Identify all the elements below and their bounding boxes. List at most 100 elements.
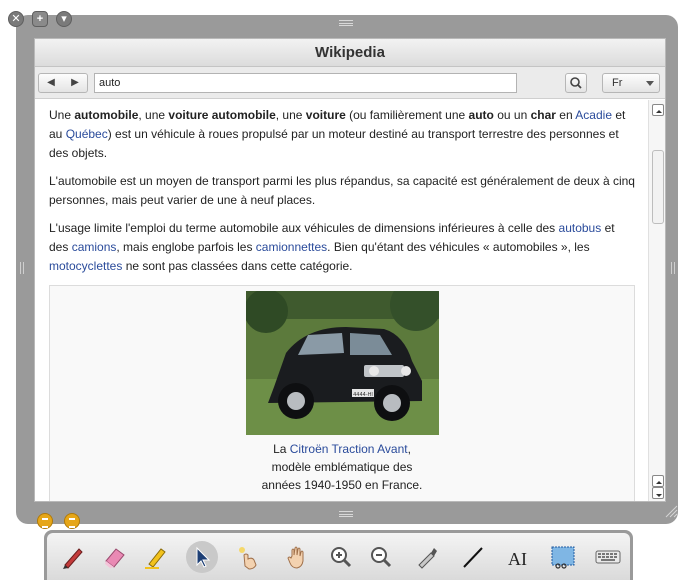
zoom-in-icon (331, 547, 352, 568)
citroen-car-image: 4444-HI (246, 291, 439, 435)
figure-caption: La Citroën Traction Avant, modèle emblém… (50, 440, 634, 494)
arrow-down-icon (656, 494, 662, 497)
search-input[interactable]: auto (94, 73, 517, 93)
bold-term: voiture (305, 108, 346, 122)
zoom-out-tool-button[interactable] (365, 541, 397, 573)
duplicate-icon: + (36, 13, 44, 25)
laser-pointer-icon (239, 547, 257, 570)
search-icon (570, 77, 582, 89)
eraser-icon (105, 548, 125, 568)
text-run: ) est un véhicule à roues propulsé par u… (49, 127, 619, 160)
text-tool-button[interactable]: AI (503, 541, 535, 573)
caption-text: La (273, 442, 290, 456)
capture-icon (551, 546, 575, 569)
link-camionnettes[interactable]: camionnettes (256, 240, 327, 254)
chevron-down-icon: ▾ (61, 13, 67, 25)
text-run: ne sont pas classées dans cette catégori… (122, 259, 353, 273)
navigation-bar: ◀ ▶ auto Fr (35, 67, 665, 99)
hand-tool-button[interactable] (281, 541, 313, 573)
arrow-up-icon (656, 110, 662, 113)
chevron-down-icon (646, 81, 654, 86)
pen-tool-button[interactable] (57, 541, 89, 573)
language-value: Fr (612, 77, 623, 89)
right-grip-icon[interactable] (671, 262, 675, 274)
link-autobus[interactable]: autobus (559, 221, 602, 235)
arrow-left-icon: ◀ (47, 77, 55, 88)
article-content: Une automobile, une voiture automobile, … (35, 100, 647, 501)
eraser-tool-button[interactable] (99, 541, 131, 573)
text-run: , une (275, 108, 306, 122)
text-run: ou un (493, 108, 531, 122)
text-run: (ou familièrement une (345, 108, 469, 122)
link-camions[interactable]: camions (72, 240, 117, 254)
history-buttons: ◀ ▶ (38, 73, 88, 93)
bold-term: char (530, 108, 556, 122)
back-button[interactable]: ◀ (39, 74, 63, 92)
pointer-tool-button[interactable] (186, 541, 218, 573)
highlighter-icon (145, 548, 166, 569)
resize-handle-icon[interactable] (664, 504, 678, 518)
zoom-out-icon (371, 547, 392, 568)
tools-palette: AI (44, 530, 633, 580)
text-run: en (555, 108, 576, 122)
forward-button[interactable]: ▶ (63, 74, 87, 92)
caption-text: années 1940-1950 en France. (261, 478, 423, 492)
text-tool-label: AI (508, 549, 527, 569)
zoom-in-tool-button[interactable] (325, 541, 357, 573)
text-run: . Bien qu'étant des véhicules « automobi… (327, 240, 590, 254)
scroll-top-button[interactable] (652, 104, 664, 116)
line-icon (463, 547, 483, 568)
laser-pointer-tool-button[interactable] (232, 541, 264, 573)
hand-icon (287, 546, 304, 569)
pen-icon (63, 548, 83, 569)
widget-option-button-1[interactable] (37, 513, 53, 529)
text-run: L'usage limite l'emploi du terme automob… (49, 221, 559, 235)
desktop: ✕ + ▾ Wikipedia ◀ ▶ auto Fr Une automobi… (0, 0, 678, 580)
link-citroen-traction-avant[interactable]: Citroën Traction Avant (290, 442, 408, 456)
left-grip-icon[interactable] (20, 262, 24, 274)
keyboard-tool-button[interactable] (592, 541, 624, 573)
vertical-scrollbar[interactable] (648, 100, 665, 501)
color-picker-tool-button[interactable] (411, 541, 443, 573)
capture-tool-button[interactable] (547, 541, 579, 573)
article-paragraph-3: L'usage limite l'emploi du terme automob… (49, 219, 635, 276)
license-plate: 4444-HI (353, 392, 373, 398)
link-acadie[interactable]: Acadie (575, 108, 612, 122)
pointer-icon (196, 546, 211, 568)
bottom-grip-icon[interactable] (339, 511, 353, 517)
text-run: , une (138, 108, 169, 122)
search-button[interactable] (565, 73, 587, 93)
bold-term: automobile (74, 108, 139, 122)
article-figure: 4444-HI La Citroën Traction Avant, modèl… (49, 285, 635, 501)
keyboard-icon (595, 550, 621, 564)
article-paragraph-1: Une automobile, une voiture automobile, … (49, 106, 635, 163)
scroll-thumb[interactable] (652, 150, 664, 224)
widget-menu-button[interactable]: ▾ (56, 11, 72, 27)
color-picker-icon (418, 548, 437, 569)
top-grip-icon[interactable] (339, 20, 353, 26)
text-run: Une (49, 108, 75, 122)
close-widget-button[interactable]: ✕ (8, 11, 24, 27)
link-quebec[interactable]: Québec (66, 127, 108, 141)
window-title: Wikipedia (35, 39, 665, 67)
scroll-down-button[interactable] (652, 487, 664, 499)
language-select[interactable]: Fr (602, 73, 660, 93)
arrow-right-icon: ▶ (71, 77, 79, 88)
duplicate-widget-button[interactable]: + (32, 11, 48, 27)
highlighter-tool-button[interactable] (140, 541, 172, 573)
caption-text: , (407, 442, 411, 456)
tools-palette-inner: AI (47, 533, 630, 580)
close-icon: ✕ (11, 13, 21, 25)
scroll-up-button[interactable] (652, 475, 664, 487)
line-tool-button[interactable] (457, 541, 489, 573)
text-run: , mais englobe parfois les (116, 240, 256, 254)
browser-window: Wikipedia ◀ ▶ auto Fr Une automobile, un… (34, 38, 666, 502)
caption-text: modèle emblématique des (271, 460, 413, 474)
bold-term: auto (468, 108, 494, 122)
article-paragraph-2: L'automobile est un moyen de transport p… (49, 174, 635, 207)
text-icon: AI (508, 549, 527, 569)
widget-option-button-2[interactable] (64, 513, 80, 529)
bold-term: voiture automobile (168, 108, 276, 122)
link-motocyclettes[interactable]: motocyclettes (49, 259, 122, 273)
car-photo[interactable]: 4444-HI (246, 291, 439, 435)
